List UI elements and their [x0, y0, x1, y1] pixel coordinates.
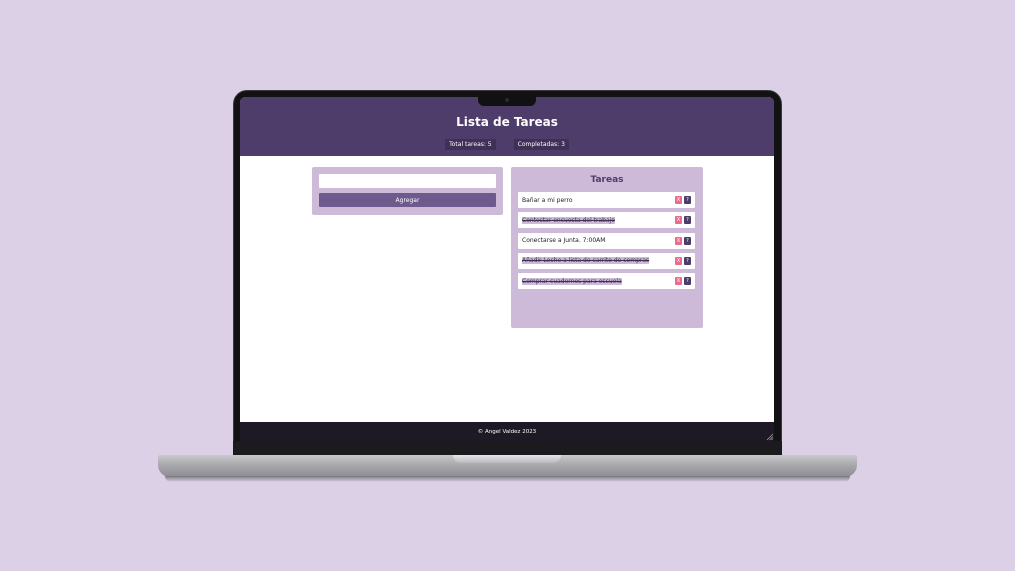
toggle-task-button[interactable]: ?	[684, 277, 691, 286]
task-text: Conectarse a Junta. 7:00AM	[522, 237, 606, 245]
task-actions: X ?	[675, 256, 691, 265]
task-input[interactable]	[319, 174, 496, 188]
toggle-task-button[interactable]: ?	[684, 236, 691, 245]
task-text: Bañar a mi perro	[522, 196, 573, 204]
task-item: Contestar encuesta del trabajo X ?	[518, 212, 695, 229]
task-list: Bañar a mi perro X ? Contestar encuesta …	[518, 192, 695, 293]
delete-task-button[interactable]: X	[675, 216, 682, 225]
task-actions: X ?	[675, 277, 691, 286]
task-item: Añadir Leche a lista de carrito de compr…	[518, 252, 695, 269]
task-item: Comprar cuadernos para escuela X ?	[518, 273, 695, 290]
laptop-base-shadow	[165, 476, 850, 482]
delete-task-button[interactable]: X	[675, 256, 682, 265]
tasks-title: Tareas	[590, 175, 624, 185]
stats-bar: Total tareas: 5 Completadas: 3	[240, 139, 774, 150]
laptop-screen: Lista de Tareas Total tareas: 5 Completa…	[240, 97, 774, 441]
app-footer: © Angel Valdez 2023	[240, 422, 774, 441]
total-tasks-badge: Total tareas: 5	[445, 139, 496, 150]
task-text: Contestar encuesta del trabajo	[522, 216, 615, 224]
task-text: Añadir Leche a lista de carrito de compr…	[522, 257, 650, 265]
camera-icon	[505, 98, 509, 102]
tasks-panel: Tareas Bañar a mi perro X ? Contestar en…	[511, 167, 703, 328]
task-actions: X ?	[675, 216, 691, 225]
delete-task-button[interactable]: X	[675, 236, 682, 245]
laptop-opening-notch	[453, 455, 561, 463]
delete-task-button[interactable]: X	[675, 277, 682, 286]
page-title: Lista de Tareas	[456, 115, 558, 129]
task-text: Comprar cuadernos para escuela	[522, 277, 622, 285]
toggle-task-button[interactable]: ?	[684, 196, 691, 204]
toggle-task-button[interactable]: ?	[684, 216, 691, 225]
camera-notch	[478, 95, 536, 106]
task-actions: X ?	[675, 236, 691, 245]
toggle-task-button[interactable]: ?	[684, 256, 691, 265]
main-content: Agregar Tareas Bañar a mi perro X ? Cont…	[240, 156, 774, 422]
delete-task-button[interactable]: X	[675, 196, 682, 204]
add-task-form: Agregar	[312, 167, 503, 215]
laptop-bezel-bottom	[233, 441, 782, 456]
completed-tasks-badge: Completadas: 3	[513, 139, 569, 150]
task-actions: X ?	[675, 196, 691, 204]
resize-handle-icon[interactable]	[766, 433, 773, 440]
task-item: Conectarse a Junta. 7:00AM X ?	[518, 232, 695, 249]
add-button[interactable]: Agregar	[319, 193, 496, 207]
footer-text: © Angel Valdez 2023	[477, 428, 537, 435]
task-item: Bañar a mi perro X ?	[518, 192, 695, 208]
